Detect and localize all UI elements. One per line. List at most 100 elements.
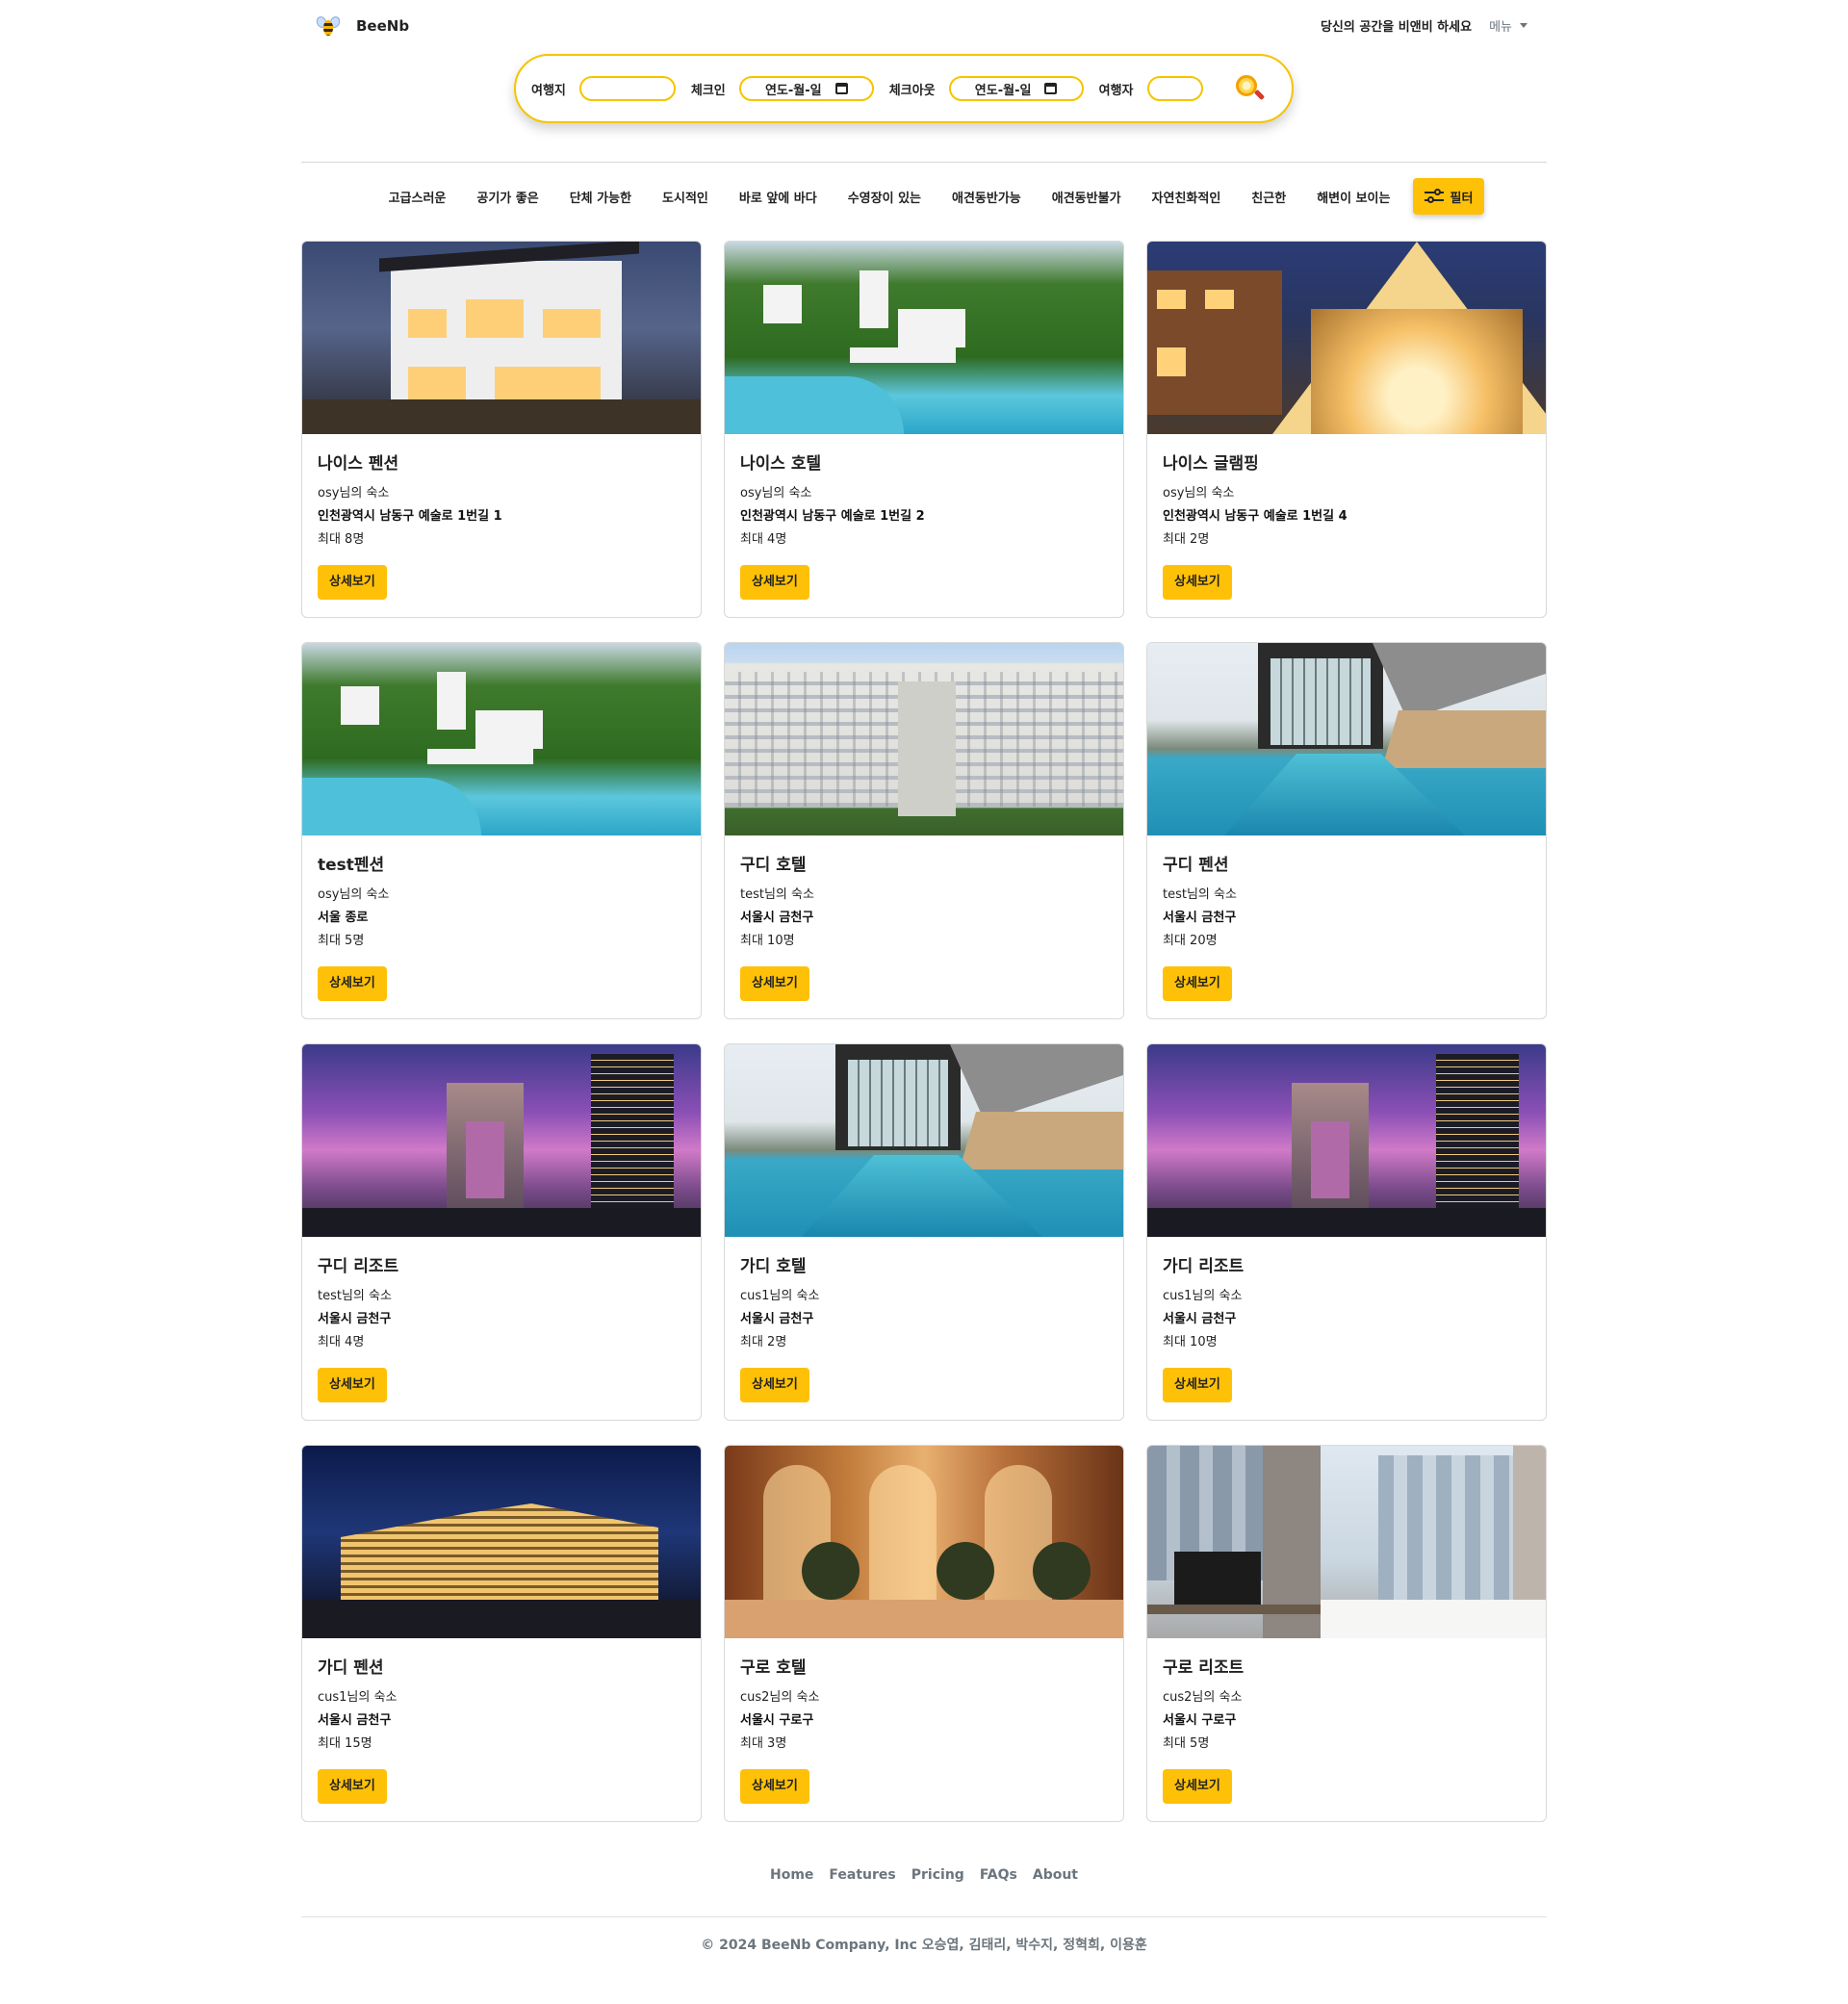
top-navbar: BeeNb 당신의 공간을 비앤비 하세요 메뉴 bbox=[301, 0, 1547, 54]
bee-logo-icon bbox=[314, 13, 343, 39]
listing-photo[interactable] bbox=[302, 1446, 701, 1638]
listing-address: 인천광역시 남동구 예술로 1번길 4 bbox=[1163, 509, 1348, 524]
listing-title: 나이스 글램핑 bbox=[1163, 454, 1259, 474]
checkin-date-input[interactable]: 연도-월-일 bbox=[738, 76, 874, 101]
listing-card: 구디 펜션 test님의 숙소 서울시 금천구 최대 20명 상세보기 bbox=[1146, 642, 1547, 1019]
listing-host: osy님의 숙소 bbox=[740, 486, 812, 501]
footer-link-faqs[interactable]: FAQs bbox=[980, 1867, 1017, 1883]
listing-photo[interactable] bbox=[302, 1044, 701, 1237]
host-your-space-link[interactable]: 당신의 공간을 비앤비 하세요 bbox=[1321, 16, 1472, 35]
footer-link-about[interactable]: About bbox=[1033, 1867, 1078, 1883]
listing-photo[interactable] bbox=[725, 1044, 1123, 1237]
guests-label: 여행자 bbox=[1098, 83, 1134, 98]
listing-card: 구로 리조트 cus2님의 숙소 서울시 구로구 최대 5명 상세보기 bbox=[1146, 1445, 1547, 1822]
listing-card: 나이스 펜션 osy님의 숙소 인천광역시 남동구 예술로 1번길 1 최대 8… bbox=[301, 241, 702, 618]
listing-host: cus1님의 숙소 bbox=[740, 1289, 820, 1303]
category-eco-friendly[interactable]: 자연친화적인 bbox=[1137, 188, 1237, 206]
sliders-icon bbox=[1424, 189, 1445, 204]
listing-card: 가디 리조트 cus1님의 숙소 서울시 금천구 최대 10명 상세보기 bbox=[1146, 1043, 1547, 1421]
listing-card: 구디 호텔 test님의 숙소 서울시 금천구 최대 10명 상세보기 bbox=[724, 642, 1124, 1019]
footer-divider bbox=[301, 1916, 1547, 1917]
search-bar: 여행지 체크인 연도-월-일 체크아웃 연도-월-일 여행자 bbox=[514, 54, 1294, 123]
caret-down-icon bbox=[1520, 23, 1527, 28]
listing-photo[interactable] bbox=[302, 242, 701, 434]
calendar-icon[interactable] bbox=[1044, 83, 1058, 94]
footer-link-pricing[interactable]: Pricing bbox=[911, 1867, 964, 1883]
listing-card: test펜션 osy님의 숙소 서울 종로 최대 5명 상세보기 bbox=[301, 642, 702, 1019]
menu-label: 메뉴 bbox=[1489, 20, 1512, 35]
listing-title: 나이스 펜션 bbox=[318, 454, 399, 474]
search-magnifier-icon[interactable] bbox=[1234, 73, 1265, 104]
category-cozy[interactable]: 친근한 bbox=[1236, 188, 1301, 206]
footer-nav: Home Features Pricing FAQs About bbox=[301, 1867, 1547, 1883]
detail-button[interactable]: 상세보기 bbox=[318, 1368, 387, 1402]
listing-title: 가디 호텔 bbox=[740, 1257, 807, 1276]
listing-host: test님의 숙소 bbox=[318, 1289, 392, 1303]
listing-photo[interactable] bbox=[1147, 643, 1546, 835]
header-divider bbox=[301, 162, 1547, 163]
listing-card: 가디 호텔 cus1님의 숙소 서울시 금천구 최대 2명 상세보기 bbox=[724, 1043, 1124, 1421]
detail-button[interactable]: 상세보기 bbox=[740, 966, 809, 1001]
category-luxurious[interactable]: 고급스러운 bbox=[373, 188, 462, 206]
listing-capacity: 최대 8명 bbox=[318, 532, 365, 547]
listing-title: 구로 호텔 bbox=[740, 1658, 807, 1678]
filter-button[interactable]: 필터 bbox=[1413, 178, 1485, 215]
category-fresh-air[interactable]: 공기가 좋은 bbox=[461, 188, 553, 206]
listing-card: 나이스 호텔 osy님의 숙소 인천광역시 남동구 예술로 1번길 2 최대 4… bbox=[724, 241, 1124, 618]
listing-capacity: 최대 5명 bbox=[1163, 1736, 1210, 1751]
listing-title: test펜션 bbox=[318, 856, 385, 875]
listing-address: 서울시 금천구 bbox=[318, 1312, 392, 1326]
detail-button[interactable]: 상세보기 bbox=[318, 565, 387, 600]
listing-photo[interactable] bbox=[725, 643, 1123, 835]
listing-photo[interactable] bbox=[1147, 242, 1546, 434]
listing-card: 구디 리조트 test님의 숙소 서울시 금천구 최대 4명 상세보기 bbox=[301, 1043, 702, 1421]
listing-card: 구로 호텔 cus2님의 숙소 서울시 구로구 최대 3명 상세보기 bbox=[724, 1445, 1124, 1822]
listing-photo[interactable] bbox=[1147, 1044, 1546, 1237]
detail-button[interactable]: 상세보기 bbox=[318, 1769, 387, 1804]
guests-input[interactable] bbox=[1146, 76, 1203, 101]
listing-host: cus2님의 숙소 bbox=[740, 1690, 820, 1705]
detail-button[interactable]: 상세보기 bbox=[740, 1769, 809, 1804]
footer-link-features[interactable]: Features bbox=[829, 1867, 895, 1883]
category-bar: 고급스러운 공기가 좋은 단체 가능한 도시적인 바로 앞에 바다 수영장이 있… bbox=[356, 177, 1502, 216]
listing-title: 구디 펜션 bbox=[1163, 856, 1229, 875]
detail-button[interactable]: 상세보기 bbox=[1163, 565, 1232, 600]
listing-photo[interactable] bbox=[725, 242, 1123, 434]
listing-address: 서울시 금천구 bbox=[740, 911, 814, 925]
listing-capacity: 최대 20명 bbox=[1163, 934, 1218, 948]
listing-photo[interactable] bbox=[302, 643, 701, 835]
category-pool[interactable]: 수영장이 있는 bbox=[833, 188, 937, 206]
category-urban[interactable]: 도시적인 bbox=[647, 188, 724, 206]
detail-button[interactable]: 상세보기 bbox=[740, 565, 809, 600]
calendar-icon[interactable] bbox=[834, 83, 848, 94]
listing-title: 가디 리조트 bbox=[1163, 1257, 1245, 1276]
checkout-placeholder: 연도-월-일 bbox=[974, 83, 1032, 98]
brand-name: BeeNb bbox=[356, 17, 410, 35]
listing-photo[interactable] bbox=[1147, 1446, 1546, 1638]
menu-dropdown[interactable]: 메뉴 bbox=[1489, 16, 1527, 35]
detail-button[interactable]: 상세보기 bbox=[318, 966, 387, 1001]
listing-capacity: 최대 4명 bbox=[318, 1335, 365, 1349]
category-oceanfront[interactable]: 바로 앞에 바다 bbox=[724, 188, 833, 206]
brand-link[interactable]: BeeNb bbox=[314, 13, 410, 39]
category-group-friendly[interactable]: 단체 가능한 bbox=[554, 188, 647, 206]
footer-link-home[interactable]: Home bbox=[770, 1867, 813, 1883]
checkout-date-input[interactable]: 연도-월-일 bbox=[948, 76, 1084, 101]
listing-host: osy님의 숙소 bbox=[318, 486, 390, 501]
detail-button[interactable]: 상세보기 bbox=[1163, 1368, 1232, 1402]
copyright-text: © 2024 BeeNb Company, Inc 오승엽, 김태리, 박수지,… bbox=[701, 1938, 1147, 1953]
detail-button[interactable]: 상세보기 bbox=[740, 1368, 809, 1402]
listing-address: 서울시 금천구 bbox=[1163, 911, 1237, 925]
listing-address: 서울 종로 bbox=[318, 911, 369, 925]
detail-button[interactable]: 상세보기 bbox=[1163, 966, 1232, 1001]
detail-button[interactable]: 상세보기 bbox=[1163, 1769, 1232, 1804]
filter-label: 필터 bbox=[1450, 191, 1474, 206]
listing-capacity: 최대 2명 bbox=[740, 1335, 787, 1349]
listing-capacity: 최대 10명 bbox=[1163, 1335, 1218, 1349]
category-no-pets[interactable]: 애견동반불가 bbox=[1037, 188, 1137, 206]
category-pets-allowed[interactable]: 애견동반가능 bbox=[937, 188, 1037, 206]
listing-photo[interactable] bbox=[725, 1446, 1123, 1638]
category-beach-view[interactable]: 해변이 보이는 bbox=[1301, 188, 1405, 206]
listing-address: 서울시 금천구 bbox=[740, 1312, 814, 1326]
destination-input[interactable] bbox=[578, 76, 676, 101]
